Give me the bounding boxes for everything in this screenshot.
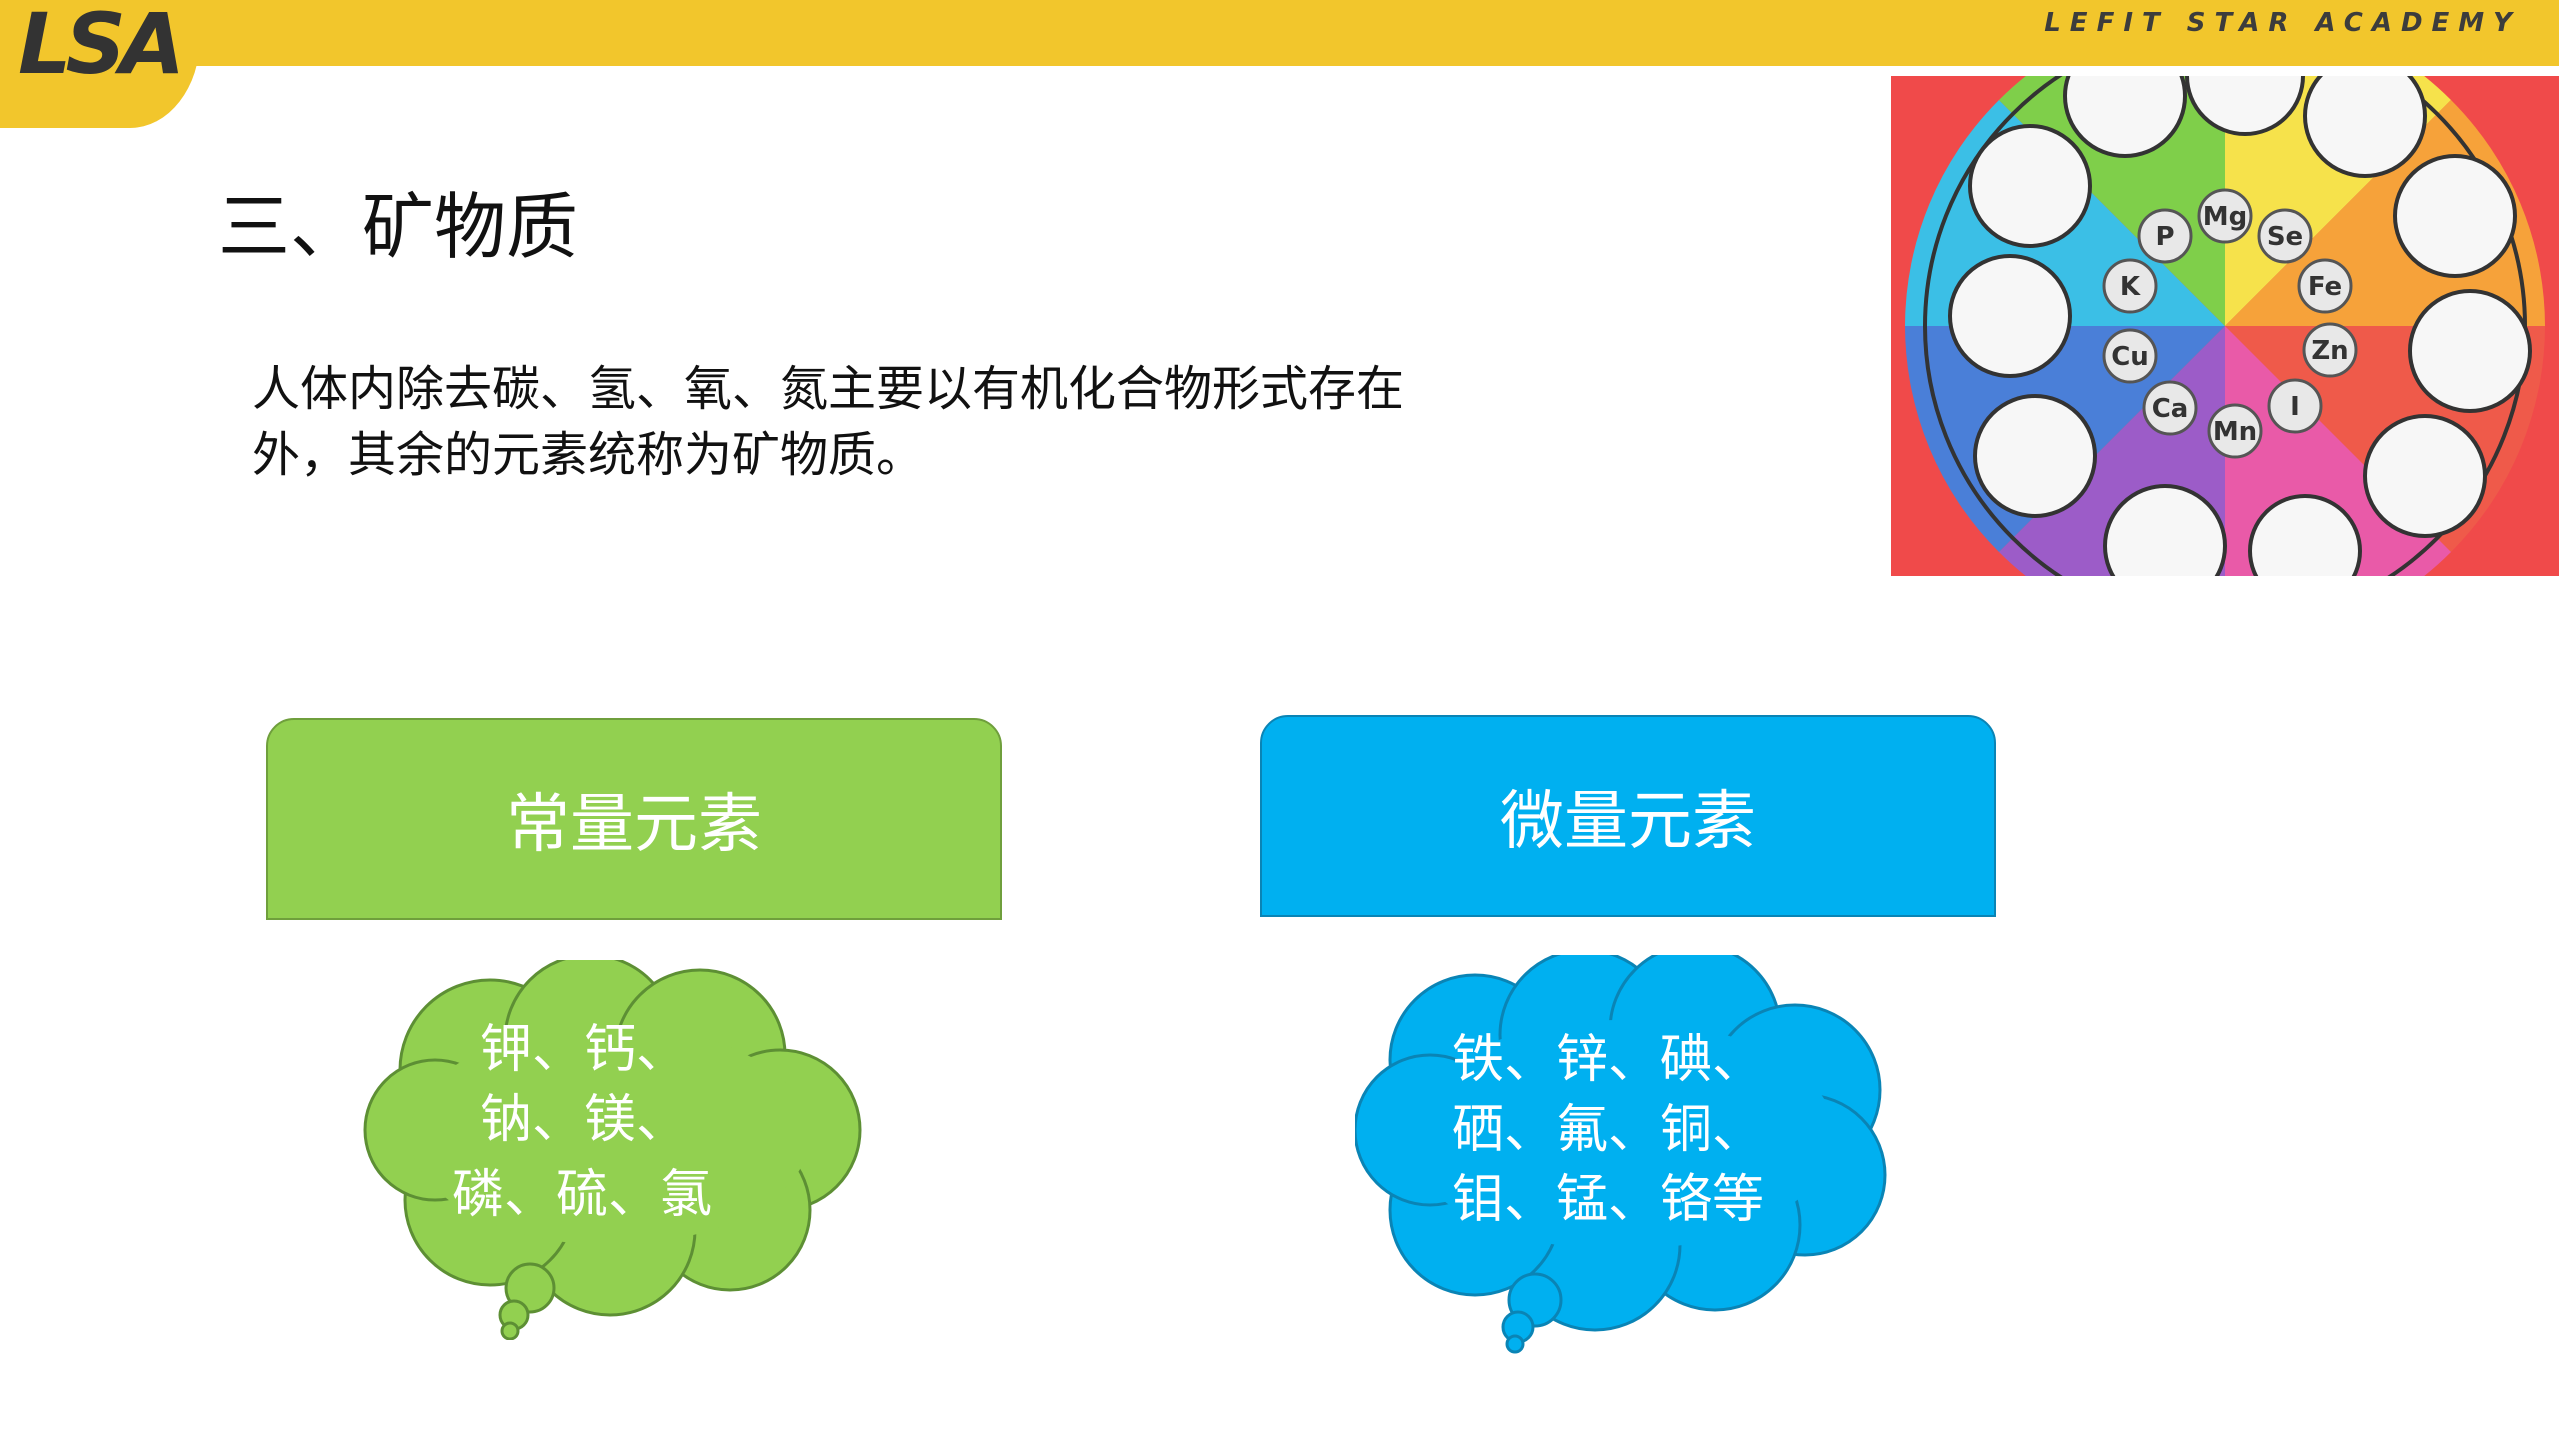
macro-elements-box: 常量元素	[266, 718, 1002, 920]
trace-elements-line: 铁、锌、碘、	[1452, 1030, 1765, 1090]
trace-elements-line: 钼、锰、铬等	[1452, 1170, 1765, 1230]
element-label: Se	[2267, 222, 2303, 252]
trace-elements-label: 微量元素	[1500, 785, 1756, 859]
intro-paragraph: 人体内除去碳、氢、氧、氮主要以有机化合物形式存在 外，其余的元素统称为矿物质。	[252, 356, 1572, 488]
trace-elements-box: 微量元素	[1260, 715, 1996, 917]
element-label: Ca	[2152, 394, 2189, 424]
brand-logo: LSA	[18, 0, 185, 93]
slide-title: 三、矿物质	[218, 185, 579, 269]
element-label: Fe	[2308, 272, 2342, 302]
macro-elements-line: 钠、镁、	[480, 1090, 689, 1150]
intro-line-1: 人体内除去碳、氢、氧、氮主要以有机化合物形式存在	[252, 361, 1405, 417]
mineral-wheel-image: Mg Se Fe Zn I Mn Ca Cu K P	[1891, 76, 2559, 576]
element-label: P	[2155, 222, 2174, 252]
trace-elements-line: 硒、氟、铜、	[1452, 1100, 1765, 1160]
element-label: I	[2290, 392, 2300, 422]
element-label: Zn	[2311, 336, 2348, 366]
logo-tab: LSA	[0, 0, 200, 128]
macro-elements-line: 磷、硫、氯	[452, 1165, 713, 1225]
intro-line-2: 外，其余的元素统称为矿物质。	[252, 427, 925, 483]
element-label: Mg	[2203, 202, 2247, 232]
trace-elements-list: 铁、锌、碘、 硒、氟、铜、 钼、锰、铬等	[1452, 1025, 1764, 1235]
element-label: Cu	[2111, 342, 2149, 372]
element-label: K	[2120, 272, 2141, 302]
academy-name: LEFIT STAR ACADEMY	[2044, 8, 2521, 38]
element-label: Mn	[2213, 417, 2257, 447]
macro-elements-label: 常量元素	[506, 788, 762, 862]
macro-elements-line: 钾、钙、	[480, 1020, 689, 1080]
macro-elements-list: 钾、钙、 钠、镁、	[480, 1015, 688, 1155]
